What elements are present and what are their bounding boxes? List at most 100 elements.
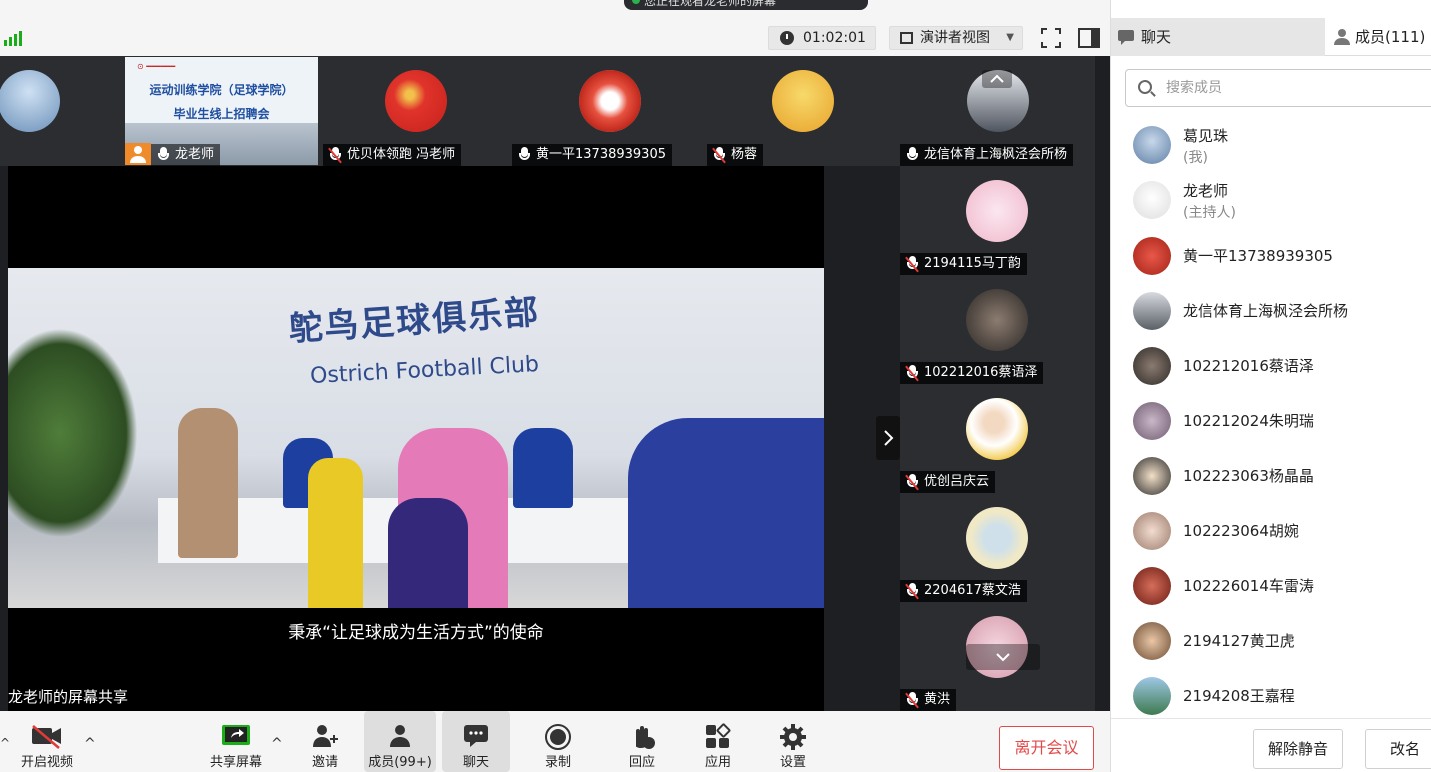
person-image — [628, 418, 824, 608]
participant-tile[interactable]: 杨蓉 — [705, 56, 834, 166]
participant-label: 优创吕庆云 — [900, 471, 996, 493]
sharing-dot-icon — [632, 0, 640, 4]
participant-label: 优贝体领跑 冯老师 — [323, 144, 462, 166]
member-item[interactable]: 龙老师 (主持人) — [1133, 181, 1429, 221]
member-item[interactable]: 龙信体育上海枫泾会所杨 — [1133, 292, 1429, 332]
member-name: 102223064胡婉 — [1183, 522, 1299, 540]
member-name: 102212024朱明瑞 — [1183, 412, 1314, 430]
member-name: 龙信体育上海枫泾会所杨 — [1183, 302, 1349, 320]
member-item[interactable]: 葛见珠 (我) — [1133, 126, 1429, 166]
avatar — [579, 70, 641, 132]
share-screen-button[interactable]: 共享屏幕 — [203, 711, 269, 772]
avatar — [1133, 457, 1171, 495]
member-name: 102212016蔡语泽 — [1183, 357, 1314, 375]
avatar — [1133, 347, 1171, 385]
mic-muted-icon — [905, 256, 919, 273]
member-name: 黄一平13738939305 — [1183, 247, 1333, 265]
search-input[interactable]: 搜索成员 — [1125, 69, 1431, 107]
scroll-up-icon[interactable] — [982, 70, 1012, 88]
sidebar-toggle-icon[interactable] — [1077, 26, 1101, 50]
chevron-right-icon[interactable] — [876, 416, 900, 460]
member-name: 葛见珠 — [1183, 127, 1229, 145]
react-label: 回应 — [628, 755, 655, 770]
apps-button[interactable]: 应用 — [695, 711, 741, 772]
settings-button[interactable]: 设置 — [770, 711, 816, 772]
invite-button[interactable]: 邀请 — [302, 711, 348, 772]
plant-image — [8, 328, 138, 538]
video-options-icon[interactable]: ^ — [84, 736, 96, 752]
tab-chat-label: 聊天 — [1141, 28, 1172, 46]
person-image — [513, 428, 573, 508]
participant-tile[interactable]: 优创吕庆云 — [900, 384, 1095, 493]
members-button[interactable]: 成员(99+) — [364, 711, 436, 772]
leave-meeting-button[interactable]: 离开会议 — [999, 726, 1094, 770]
avatar — [1133, 181, 1171, 219]
react-button[interactable]: 回应 — [619, 711, 665, 772]
chat-button[interactable]: 聊天 — [442, 711, 510, 772]
participant-tile[interactable]: 龙老师 — [151, 56, 241, 166]
chat-icon — [1118, 30, 1134, 45]
apps-label: 应用 — [704, 755, 731, 770]
avatar — [1133, 622, 1171, 660]
tab-chat[interactable]: 聊天 — [1111, 18, 1325, 56]
member-item[interactable]: 102223063杨晶晶 — [1133, 457, 1429, 497]
participant-label: 102212016蔡语泽 — [900, 362, 1044, 384]
start-video-button[interactable]: 开启视频 — [12, 711, 82, 772]
participant-tile[interactable]: 2194115马丁韵 — [900, 166, 1095, 275]
member-item[interactable]: 102223064胡婉 — [1133, 512, 1429, 552]
member-item[interactable]: 2194208王嘉程 — [1133, 677, 1429, 717]
raise-hand-icon — [636, 726, 655, 749]
member-item[interactable]: 102212024朱明瑞 — [1133, 402, 1429, 442]
unmute-all-button[interactable]: 解除静音 — [1253, 729, 1343, 769]
network-signal-icon[interactable] — [2, 28, 22, 48]
participant-name: 黄洪 — [924, 692, 951, 707]
members-icon — [390, 725, 410, 747]
member-item[interactable]: 黄一平13738939305 — [1133, 237, 1429, 277]
avatar — [1133, 237, 1171, 275]
participant-tile[interactable]: 黄洪 — [900, 602, 1095, 711]
member-item[interactable]: 2194127黄卫虎 — [1133, 622, 1429, 662]
participant-label: 黄一平13738939305 — [512, 144, 672, 166]
avatar — [966, 507, 1028, 569]
share-options-icon[interactable]: ^ — [271, 736, 283, 752]
sharing-notice-text: 您正在观看龙老师的屏幕 — [644, 0, 777, 8]
chevron-up-icon[interactable]: ^ — [0, 736, 10, 750]
host-icon — [125, 143, 151, 165]
member-item[interactable]: 102212016蔡语泽 — [1133, 347, 1429, 387]
participant-tile[interactable]: 黄一平13738939305 — [512, 56, 675, 166]
avatar — [1133, 567, 1171, 605]
view-mode-dropdown[interactable]: 演讲者视图 ▼ — [889, 26, 1023, 50]
participant-tile[interactable]: 102212016蔡语泽 — [900, 275, 1095, 384]
fullscreen-icon[interactable] — [1039, 26, 1063, 50]
sidebar-footer: 解除静音 改名 — [1111, 718, 1431, 772]
mic-muted-icon — [905, 692, 919, 709]
rename-button[interactable]: 改名 — [1365, 729, 1431, 769]
member-item[interactable]: 102226014车雷涛 — [1133, 567, 1429, 607]
participant-label: 黄洪 — [900, 689, 957, 711]
clock-icon — [780, 31, 794, 45]
participant-label: 龙信体育上海枫泾会所杨 — [900, 144, 1074, 166]
participant-tile[interactable]: 龙信体育上海枫泾会所杨 — [900, 56, 1095, 166]
participant-name: 杨蓉 — [731, 147, 758, 162]
member-name: 102223063杨晶晶 — [1183, 467, 1314, 485]
sharing-notice: 您正在观看龙老师的屏幕 — [624, 0, 868, 10]
avatar — [1133, 292, 1171, 330]
avatar — [385, 70, 447, 132]
screen-share-label: 龙老师的屏幕共享 — [8, 688, 129, 706]
participant-tile[interactable]: 2204617蔡文浩 — [900, 493, 1095, 602]
mic-muted-icon — [328, 147, 342, 164]
chat-label: 聊天 — [462, 755, 489, 770]
participant-name: 102212016蔡语泽 — [924, 365, 1038, 380]
participant-tile[interactable]: 优贝体领跑 冯老师 — [320, 56, 462, 166]
members-sidebar: 聊天 成员(111) 搜索成员 葛见珠 (我) 龙老师 (主持人) 黄一平13738… — [1110, 0, 1431, 772]
participant-name: 优创吕庆云 — [924, 474, 990, 489]
apps-grid-icon — [706, 723, 731, 748]
scroll-down-icon[interactable] — [966, 644, 1040, 670]
member-name: 102226014车雷涛 — [1183, 577, 1314, 595]
participant-label: 龙老师 — [151, 144, 221, 166]
avatar — [1133, 677, 1171, 715]
tab-members[interactable]: 成员(111) — [1325, 18, 1431, 56]
avatar — [966, 398, 1028, 460]
record-button[interactable]: 录制 — [535, 711, 581, 772]
meeting-timer: 01:02:01 — [768, 26, 876, 50]
